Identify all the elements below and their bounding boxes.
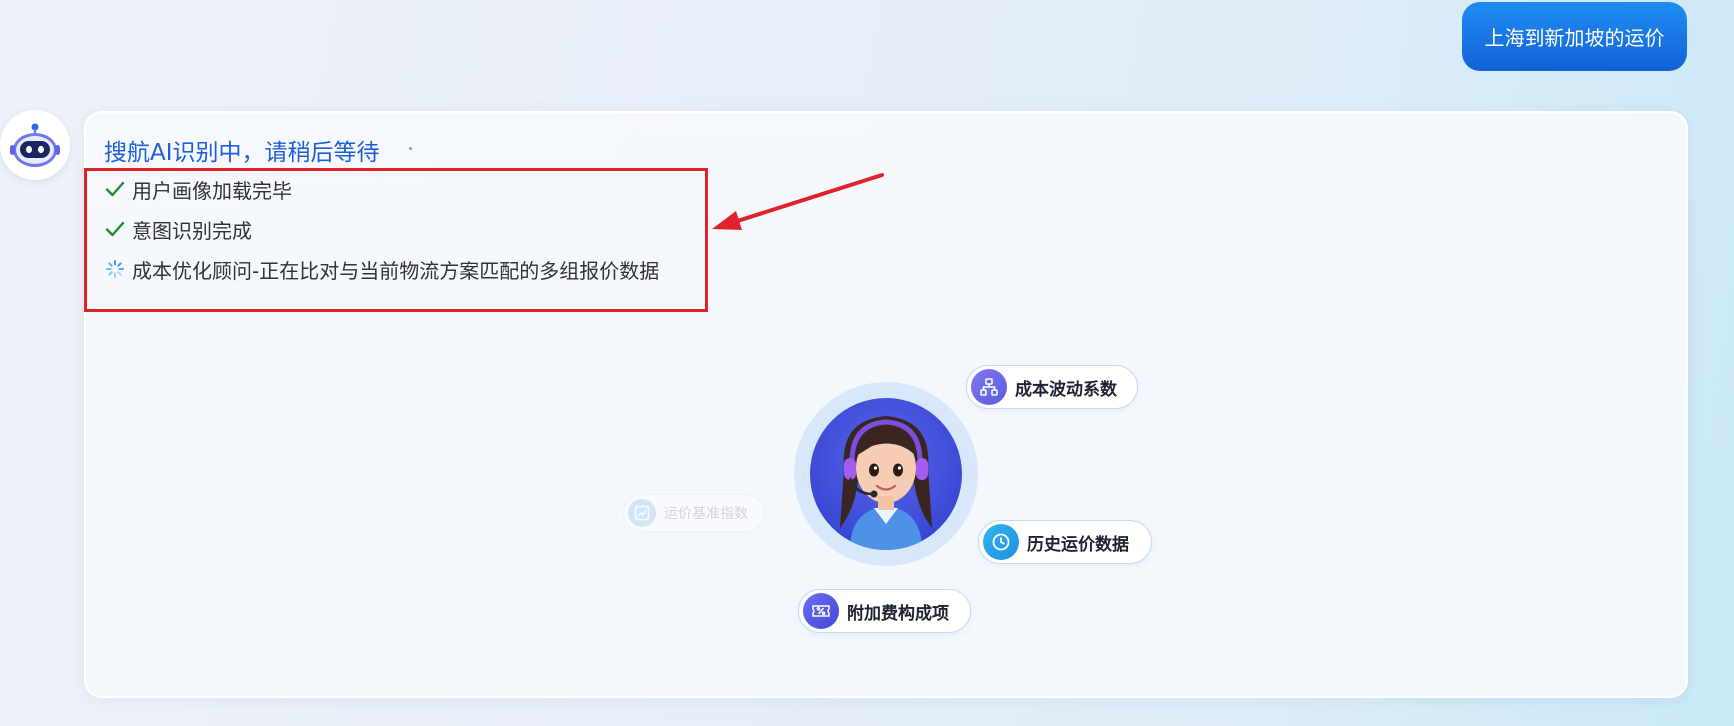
user-message-bubble: 上海到新加坡的运价 [1462, 2, 1687, 71]
robot-icon [10, 123, 60, 167]
clock-icon [983, 524, 1019, 560]
agent-node-cost-fluctuation: 成本波动系数 [966, 365, 1138, 409]
percent-ticket-icon [803, 593, 839, 629]
agent-node-label: 成本波动系数 [1015, 379, 1117, 400]
agent-node-label: 运价基准指数 [664, 506, 748, 522]
user-message-text: 上海到新加坡的运价 [1484, 26, 1665, 50]
annotation-arrow [712, 173, 884, 230]
step-item-cost-advisor: 成本优化顾问-正在比对与当前物流方案匹配的多组报价数据 [104, 254, 659, 284]
agent-node-label: 附加费构成项 [847, 603, 949, 624]
check-icon [104, 218, 126, 240]
check-icon [104, 178, 126, 200]
spinner-icon [104, 258, 126, 280]
status-title: 搜航AI识别中，请稍后等待 [104, 140, 380, 166]
step-item-intent: 意图识别完成 [104, 214, 252, 244]
trend-chart-icon [628, 499, 656, 527]
agent-node-freight-index: 运价基准指数 [623, 494, 765, 532]
step-label: 意图识别完成 [132, 218, 252, 243]
typing-indicator [409, 147, 412, 150]
customer-service-agent-avatar [810, 398, 962, 550]
step-item-profile: 用户画像加载完毕 [104, 174, 292, 204]
step-label: 用户画像加载完毕 [132, 178, 292, 203]
agent-node-surcharge-items: 附加费构成项 [798, 589, 971, 633]
hierarchy-icon [971, 369, 1007, 405]
agent-node-historical-rates: 历史运价数据 [978, 520, 1152, 564]
agent-node-label: 历史运价数据 [1027, 534, 1129, 555]
step-label: 成本优化顾问-正在比对与当前物流方案匹配的多组报价数据 [132, 258, 660, 283]
bot-avatar [0, 110, 70, 180]
